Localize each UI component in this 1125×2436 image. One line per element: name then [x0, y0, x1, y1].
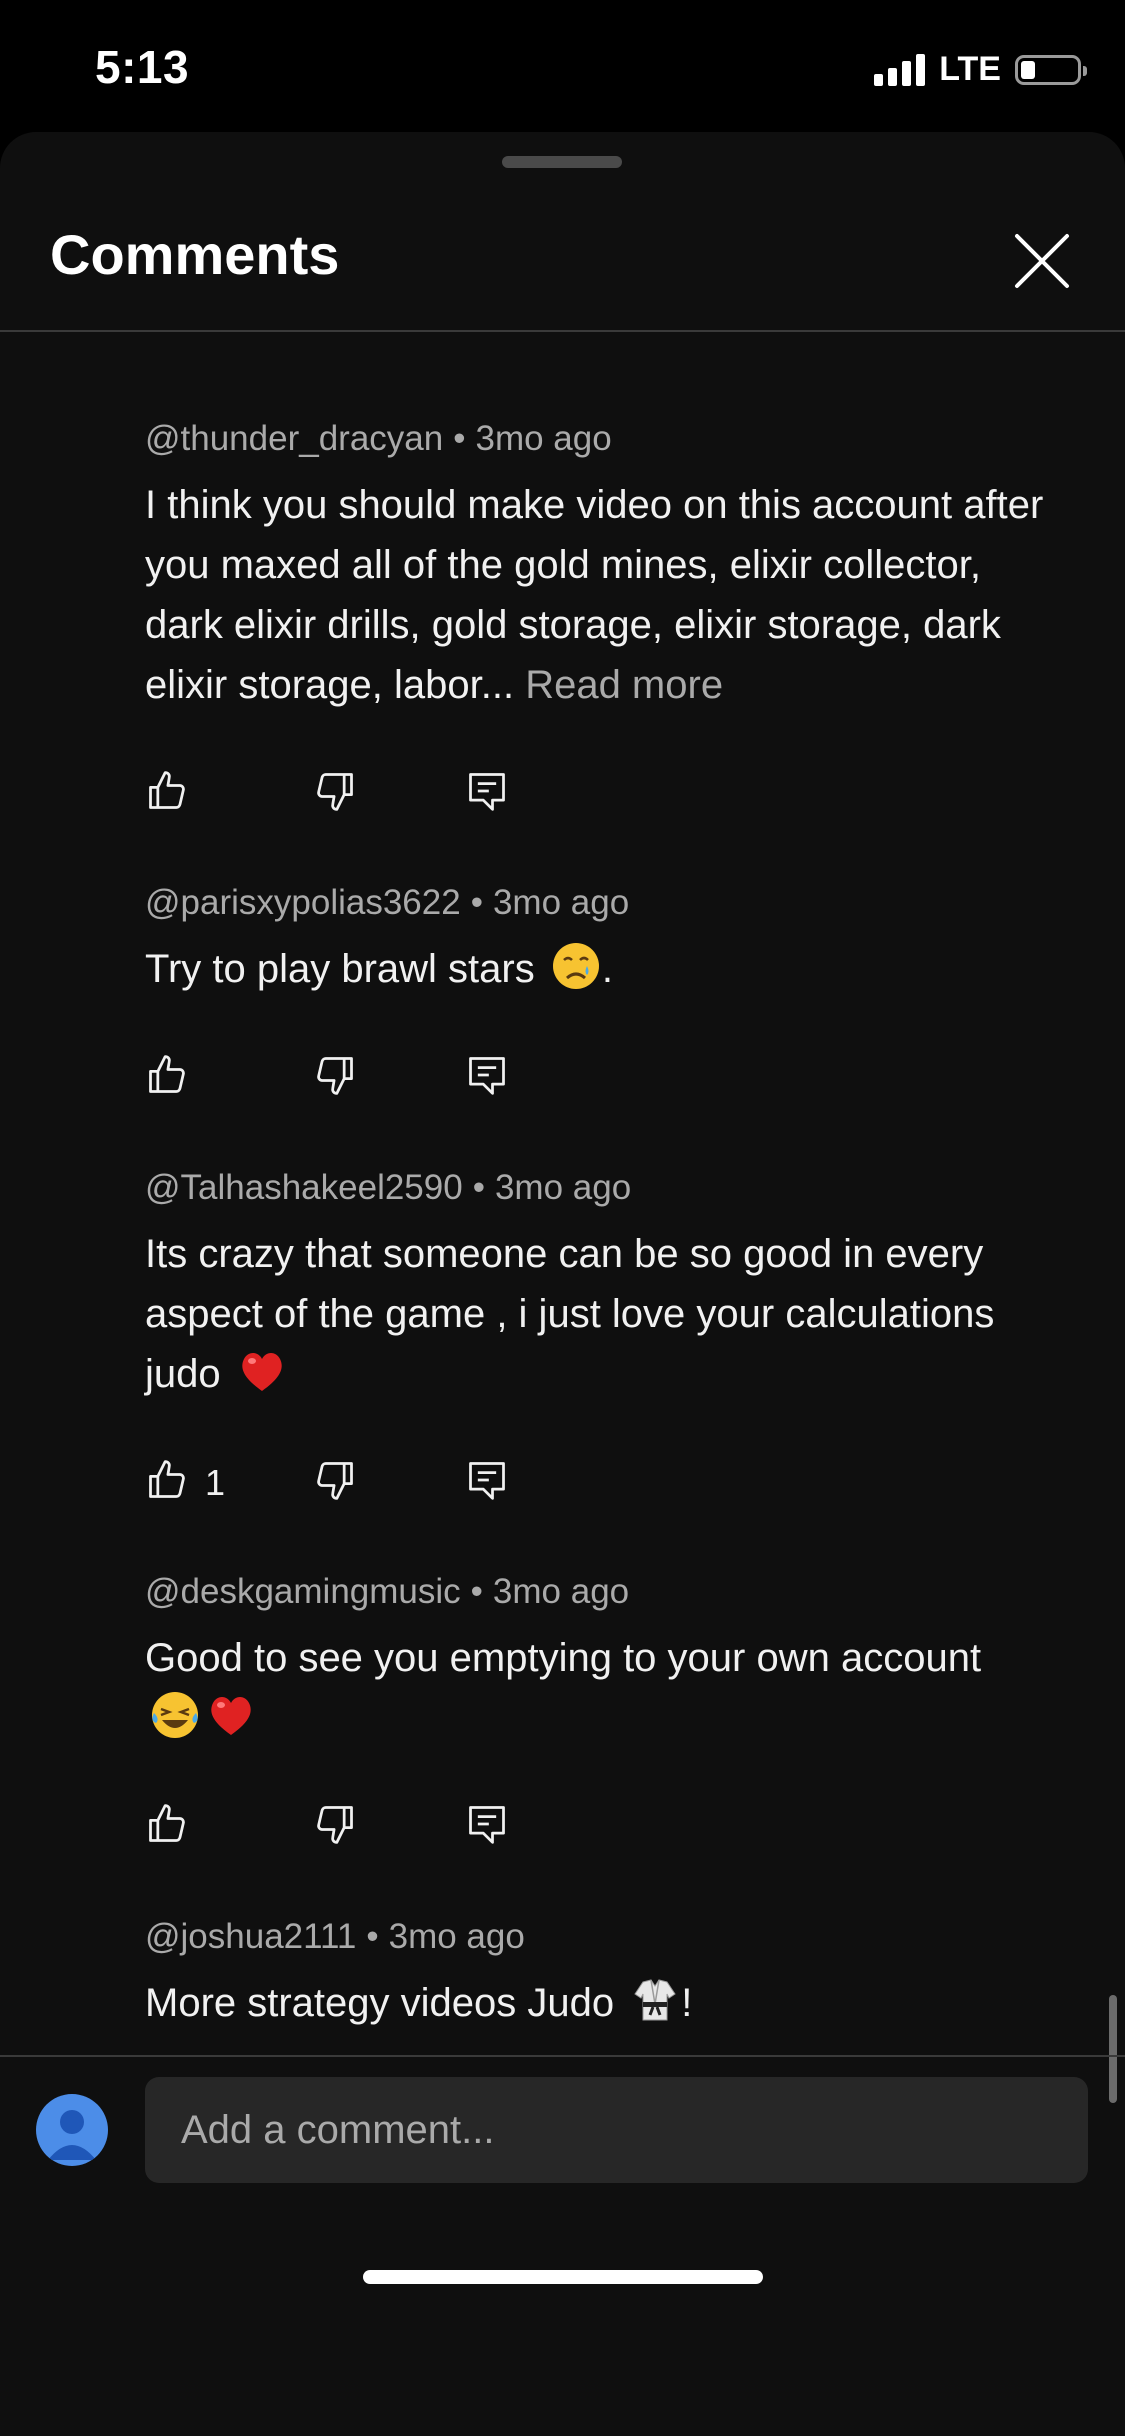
comment-text: Its crazy that someone can be so good in…	[145, 1232, 995, 1396]
battery-level	[1021, 60, 1035, 79]
comment-text: Try to play brawl stars .	[145, 939, 1045, 999]
comment-author[interactable]: @parisxypolias3622	[145, 883, 461, 922]
comment-age: 3mo ago	[494, 1168, 632, 1207]
thumbs-down-icon[interactable]	[313, 769, 357, 813]
red-heart-emoji	[242, 1353, 282, 1391]
header-divider	[0, 330, 1125, 332]
comment-actions: 1	[145, 1458, 1045, 1508]
comment-input[interactable]: Add a comment...	[145, 2077, 1088, 2183]
laughing-tears-emoji	[152, 1692, 198, 1738]
comment-author[interactable]: @thunder_dracyan	[145, 419, 443, 458]
composer-divider	[0, 2055, 1125, 2057]
comment-input-placeholder: Add a comment...	[181, 2107, 495, 2152]
comment-actions	[145, 769, 1045, 819]
comment-actions	[145, 1053, 1045, 1103]
comment-author[interactable]: @Talhashakeel2590	[145, 1168, 463, 1207]
network-label: LTE	[939, 50, 1001, 88]
drag-handle[interactable]	[502, 156, 622, 168]
read-more-link[interactable]: Read more	[525, 663, 723, 707]
status-bar: 5:13 LTE	[0, 0, 1125, 132]
thumbs-up-icon[interactable]	[145, 1458, 189, 1502]
avatar[interactable]	[36, 2094, 108, 2166]
status-indicators: LTE	[874, 50, 1087, 89]
comment-meta: @joshua2111 • 3mo ago	[145, 1917, 525, 1956]
thumbs-down-icon[interactable]	[313, 1802, 357, 1846]
comment-text: More strategy videos Judo !	[145, 1973, 1045, 2033]
martial-arts-uniform-emoji	[634, 1979, 676, 2021]
comment-age: 3mo ago	[492, 1572, 630, 1611]
comment-meta: @parisxypolias3622 • 3mo ago	[145, 883, 630, 922]
signal-icon	[874, 53, 926, 86]
red-heart-emoji	[211, 1697, 251, 1735]
user-avatar-icon	[48, 2110, 96, 2160]
comment-meta: @deskgamingmusic • 3mo ago	[145, 1572, 630, 1611]
comment-age: 3mo ago	[388, 1917, 525, 1956]
like-count: 1	[205, 1462, 226, 1503]
comment-actions	[145, 1802, 1045, 1852]
close-button[interactable]	[1007, 226, 1077, 296]
status-time: 5:13	[95, 41, 190, 93]
comment-item: @Talhashakeel2590 • 3mo ago Its crazy that…	[145, 1166, 1045, 1508]
thumbs-up-icon[interactable]	[145, 769, 189, 813]
reply-icon[interactable]	[465, 1802, 509, 1846]
comment-item: @parisxypolias3622 • 3mo ago Try to play b…	[145, 881, 1045, 1103]
comment-meta: @thunder_dracyan • 3mo ago	[145, 419, 612, 458]
comment-text: Good to see you emptying to your own acc…	[145, 1628, 1045, 1748]
comment-item: @thunder_dracyan • 3mo ago I think you sho…	[145, 417, 1045, 819]
comment-text: I think you should make video on this ac…	[145, 483, 1044, 707]
thumbs-down-icon[interactable]	[313, 1458, 357, 1502]
close-icon	[1015, 234, 1069, 288]
battery-icon	[1015, 54, 1087, 85]
crying-face-emoji	[552, 943, 599, 989]
scrollbar[interactable]	[1109, 1995, 1117, 2103]
thumbs-up-icon[interactable]	[145, 1802, 189, 1846]
comment-author[interactable]: @joshua2111	[145, 1917, 356, 1956]
reply-icon[interactable]	[465, 769, 509, 813]
reply-icon[interactable]	[465, 1458, 509, 1502]
comment-age: 3mo ago	[492, 883, 630, 922]
thumbs-up-icon[interactable]	[145, 1053, 189, 1097]
comment-meta: @Talhashakeel2590 • 3mo ago	[145, 1168, 632, 1207]
comment-item: @deskgamingmusic • 3mo ago Good to see you…	[145, 1570, 1045, 1852]
home-indicator	[363, 2270, 763, 2284]
thumbs-down-icon[interactable]	[313, 1053, 357, 1097]
comment-author[interactable]: @deskgamingmusic	[145, 1572, 461, 1611]
comment-age: 3mo ago	[475, 419, 612, 458]
reply-icon[interactable]	[465, 1053, 509, 1097]
panel-title: Comments	[50, 223, 340, 286]
